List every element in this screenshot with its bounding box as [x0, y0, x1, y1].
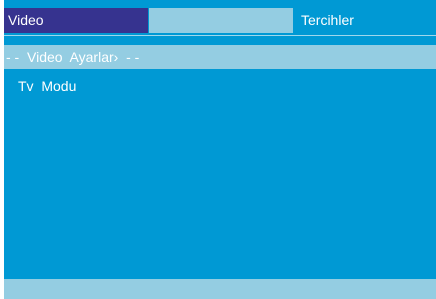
menu-item-tv-mode[interactable]: Tv Modu: [18, 76, 76, 96]
tab-video[interactable]: Video: [4, 8, 148, 33]
osd-screen: Video Tercihler - - Video Ayarlar› - - T…: [4, 0, 436, 299]
tab-blank[interactable]: [149, 8, 293, 33]
divider: [4, 35, 436, 36]
tab-preferences[interactable]: Tercihler: [294, 8, 436, 33]
tab-bar: Video Tercihler: [4, 8, 436, 33]
status-bar: [4, 279, 436, 299]
section-header: - - Video Ayarlar› - -: [4, 45, 436, 69]
